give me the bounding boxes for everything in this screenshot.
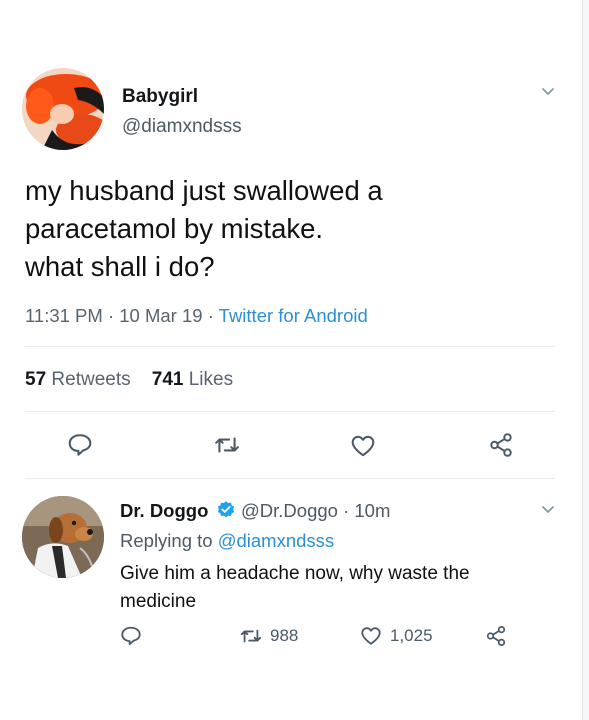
reply-handle-time[interactable]: @Dr.Doggo · 10m: [241, 500, 390, 522]
likes-stat[interactable]: 741 Likes: [152, 369, 233, 390]
avatar-image: [22, 68, 104, 150]
chevron-down-icon[interactable]: [540, 84, 556, 100]
reply-retweet-button[interactable]: 988: [240, 624, 298, 648]
meta-separator: ·: [107, 305, 120, 326]
heart-icon[interactable]: [350, 433, 376, 459]
tweet-text-line: my husband just swallowed a: [25, 175, 383, 206]
replying-prefix: Replying to: [120, 530, 213, 551]
reply-reply-button[interactable]: [120, 624, 142, 648]
replying-to-handle[interactable]: @diamxndsss: [218, 530, 334, 551]
like-count: 1,025: [390, 626, 433, 645]
likes-count: 741: [151, 369, 184, 390]
reply-icon: [121, 626, 141, 646]
tweet-text-line: paracetamol by mistake.: [25, 213, 324, 244]
avatar[interactable]: [22, 68, 104, 150]
heart-icon: [361, 627, 381, 645]
reply-like-button[interactable]: 1,025: [360, 624, 433, 648]
tweet-date[interactable]: 10 Mar 19: [119, 305, 202, 326]
avatar-image: [22, 496, 104, 578]
replying-to: Replying to @diamxndsss: [120, 530, 334, 552]
reply-text: Give him a headache now, why waste the m…: [120, 563, 470, 612]
user-handle[interactable]: @diamxndsss: [122, 116, 242, 138]
tweet-card: Babygirl @diamxndsss my husband just swa…: [0, 0, 583, 720]
meta-separator: ·: [207, 305, 219, 326]
tweet-text: my husband just swallowed a paracetamol …: [25, 172, 545, 286]
tweet-source[interactable]: Twitter for Android: [219, 305, 368, 326]
tweet-text-line: what shall i do?: [25, 251, 215, 282]
reply-avatar[interactable]: [22, 496, 104, 578]
divider: [25, 346, 555, 347]
tweet-stats: 57 Retweets 741 Likes: [25, 369, 233, 391]
verified-badge-icon: [217, 501, 235, 518]
retweet-count: 988: [270, 626, 299, 645]
likes-label: Likes: [188, 369, 234, 390]
retweets-count: 57: [25, 369, 47, 390]
divider: [25, 478, 555, 479]
retweet-icon: [240, 629, 262, 643]
reply-icon[interactable]: [67, 432, 93, 458]
share-icon[interactable]: [488, 432, 514, 458]
share-icon: [486, 625, 506, 647]
reply-share-button[interactable]: [485, 624, 507, 648]
tweet-time[interactable]: 11:31 PM: [25, 305, 103, 326]
display-name[interactable]: Babygirl: [122, 86, 198, 108]
chevron-down-icon[interactable]: [540, 502, 556, 518]
retweet-icon[interactable]: [214, 432, 240, 458]
divider: [25, 411, 555, 412]
tweet-meta: 11:31 PM · 10 Mar 19 · Twitter for Andro…: [25, 305, 368, 327]
reply-display-name[interactable]: Dr. Doggo: [120, 500, 208, 522]
retweets-stat[interactable]: 57 Retweets: [25, 369, 131, 390]
page-edge: [582, 0, 589, 720]
retweets-label: Retweets: [51, 369, 131, 390]
